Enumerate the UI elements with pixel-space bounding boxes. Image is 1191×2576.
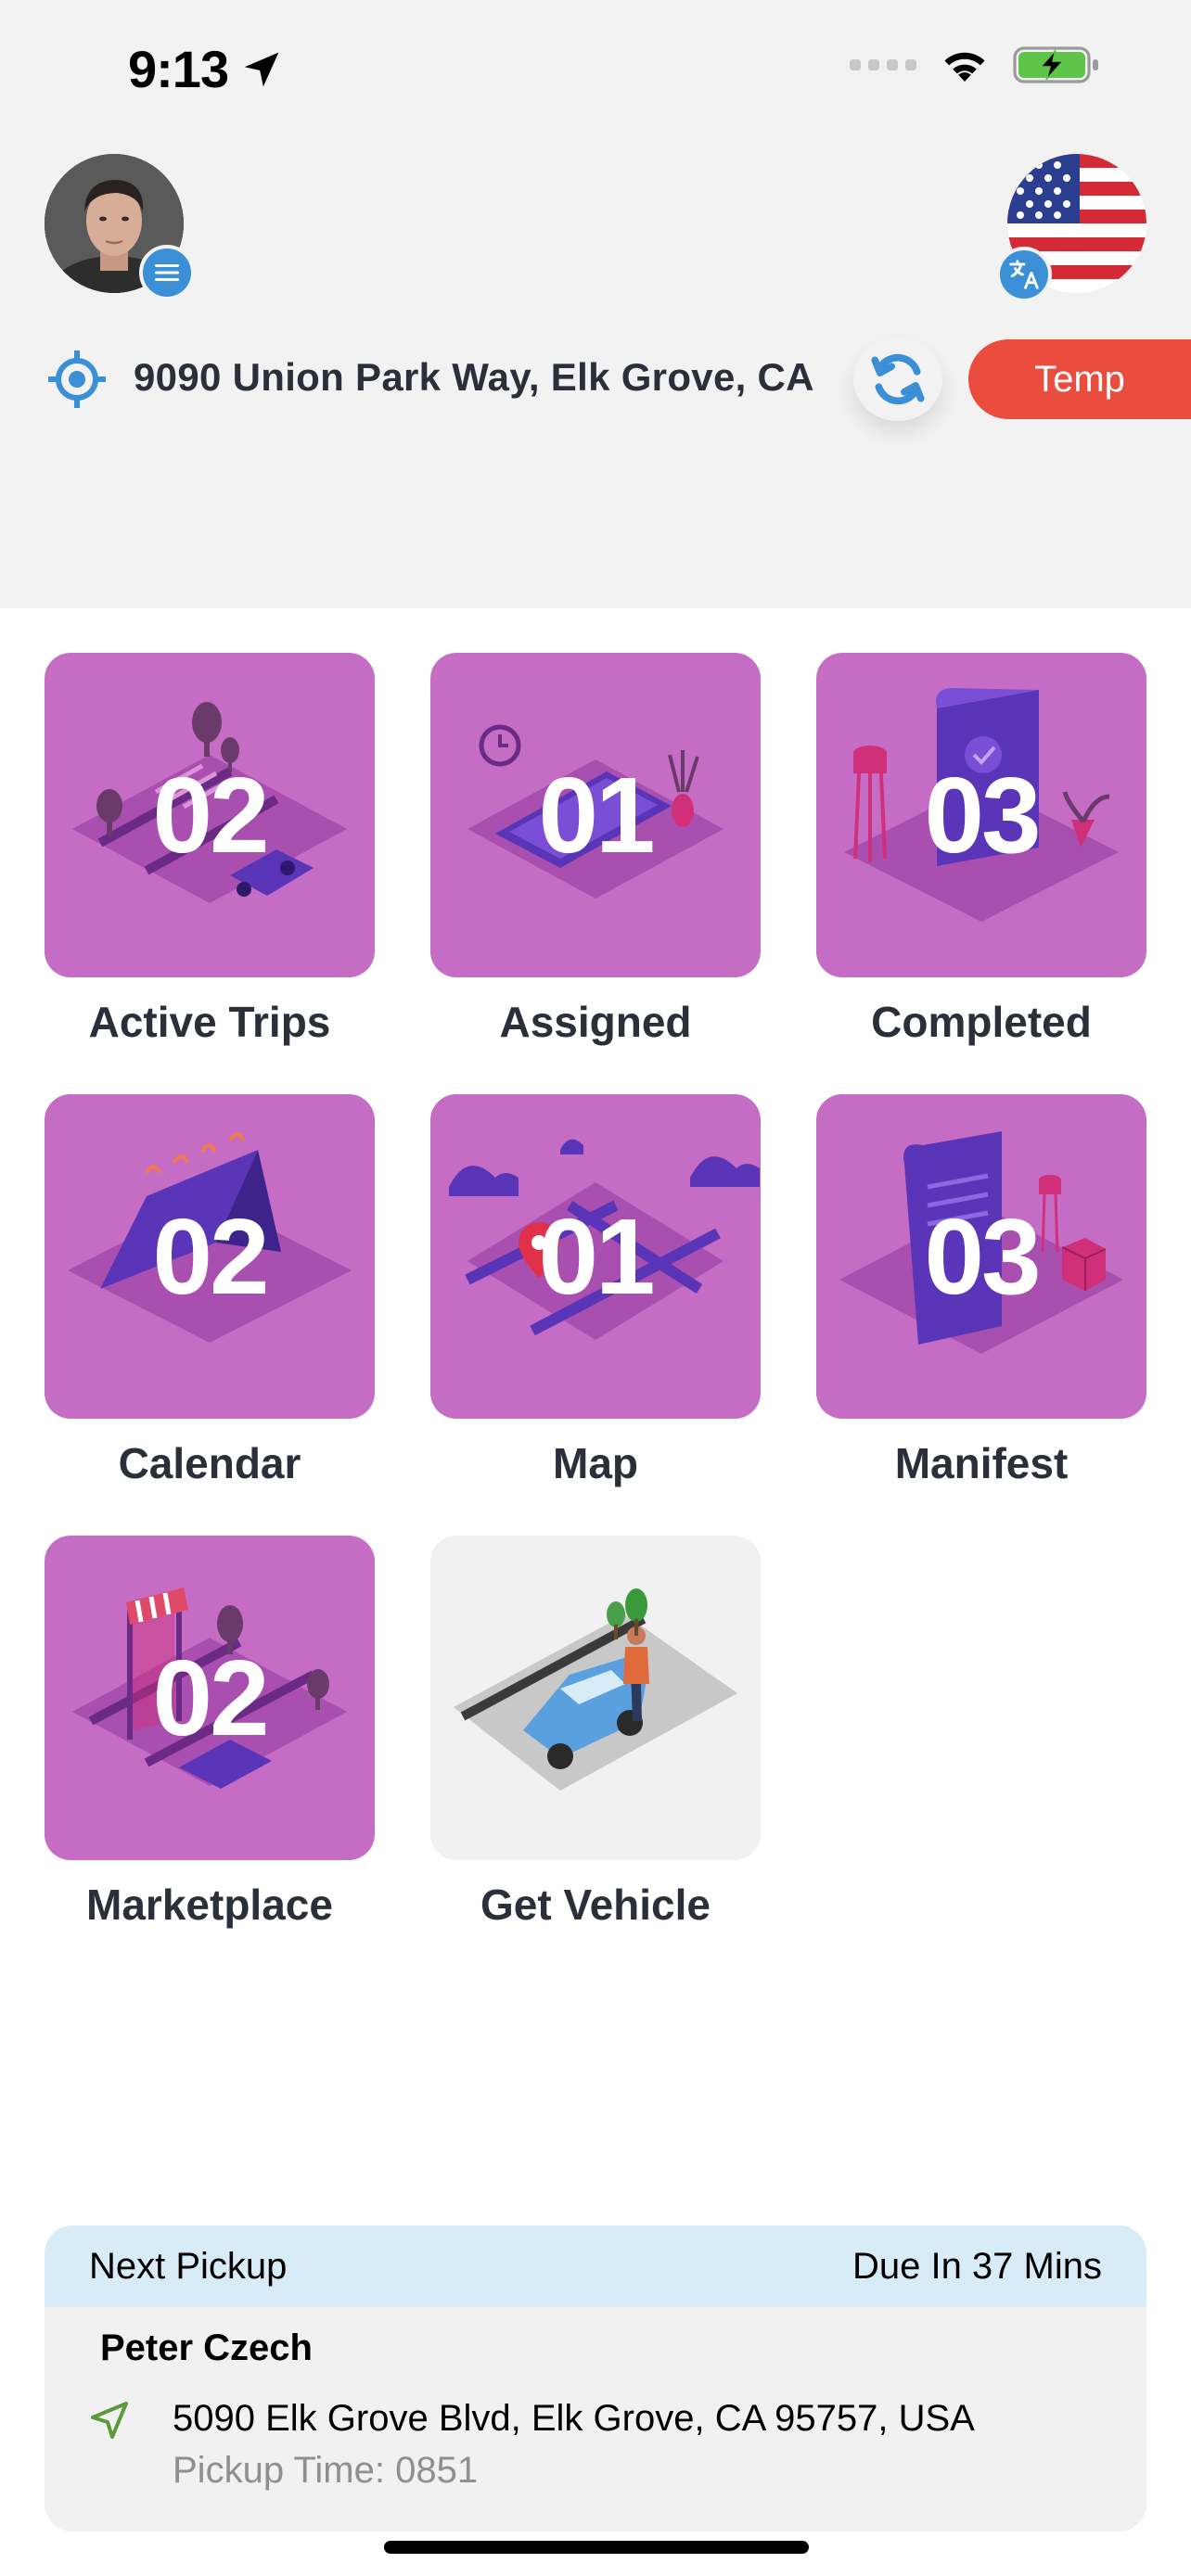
tile-count: 01 [538,1196,655,1317]
tile-calendar[interactable]: 02 [45,1094,375,1419]
tile-get-vehicle[interactable] [430,1536,761,1860]
tile-label-map: Map [553,1439,638,1487]
refresh-icon [871,353,925,405]
tile-label-completed: Completed [871,998,1092,1046]
tile-manifest[interactable]: 03 [816,1094,1146,1419]
current-address: 9090 Union Park Way, Elk Grove, CA [134,355,814,399]
tile-count: 02 [152,1638,269,1758]
menu-badge[interactable] [139,245,195,300]
tile-marketplace[interactable]: 02 [45,1536,375,1860]
tile-label-manifest: Manifest [894,1439,1069,1487]
temp-button[interactable]: Temp [968,339,1191,419]
tile-count: 02 [152,1196,269,1317]
cellular-signal-icon [850,59,916,70]
tile-count: 01 [538,755,655,875]
pickup-time: Pickup Time: 0851 [173,2450,479,2491]
tile-completed[interactable]: 03 [816,653,1146,977]
wifi-icon [944,52,985,82]
passenger-name: Peter Czech [100,2327,313,2368]
home-indicator[interactable] [384,2541,809,2554]
tile-map[interactable]: 01 [430,1094,761,1419]
status-icons [850,45,1102,85]
translate-badge[interactable] [996,247,1052,302]
tile-count: 02 [152,755,269,875]
tile-label-calendar: Calendar [118,1439,301,1487]
battery-charging-icon [1013,46,1098,83]
refresh-button[interactable] [853,338,942,421]
vehicle-car-icon [454,1588,737,1791]
pickup-address: 5090 Elk Grove Blvd, Elk Grove, CA 95757… [173,2398,975,2439]
current-location-icon [48,351,106,408]
tile-count: 03 [924,755,1041,875]
tile-label-assigned: Assigned [499,998,692,1046]
location-arrow-icon [244,52,279,86]
navigation-arrow-icon[interactable] [87,2398,132,2442]
translate-icon [1009,260,1039,289]
tile-label-active-trips: Active Trips [88,998,331,1046]
tile-count: 03 [924,1196,1041,1317]
tile-label-marketplace: Marketplace [86,1881,333,1929]
next-pickup-title: Next Pickup [89,2245,288,2287]
tile-active-trips[interactable]: 02 [45,653,375,977]
next-pickup-due: Due In 37 Mins [852,2245,1102,2287]
tile-label-get-vehicle: Get Vehicle [480,1881,711,1929]
menu-icon [155,264,179,281]
next-pickup-card[interactable]: Next Pickup Due In 37 Mins Peter Czech 5… [45,2225,1146,2531]
status-time: 9:13 [128,39,282,99]
next-pickup-header: Next Pickup Due In 37 Mins [45,2225,1146,2307]
tile-assigned[interactable]: 01 [430,653,761,977]
